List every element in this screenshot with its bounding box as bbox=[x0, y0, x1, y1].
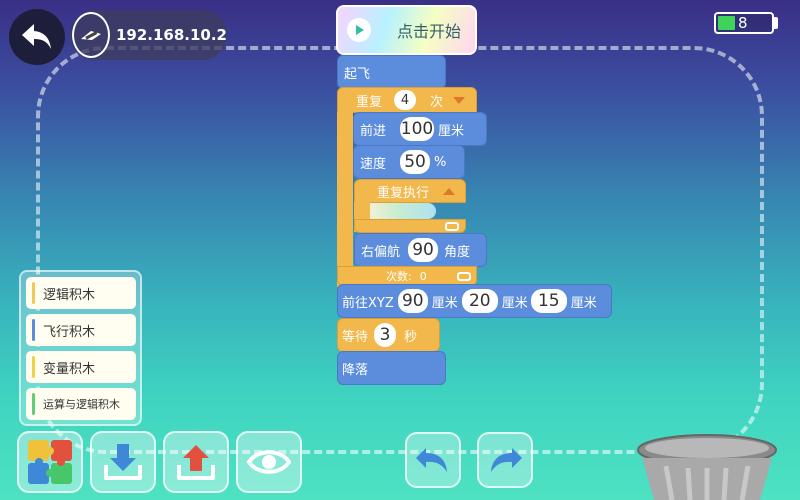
battery-tip bbox=[774, 17, 778, 29]
category-flight[interactable]: 飞行积木 bbox=[26, 314, 136, 346]
repeat-forever-block[interactable]: 重复执行 bbox=[354, 179, 466, 203]
repeat-counter-value: 0 bbox=[419, 269, 427, 283]
speed-unit: % bbox=[434, 154, 447, 170]
redo-button[interactable] bbox=[477, 432, 533, 488]
wait-label: 等待 bbox=[342, 329, 369, 345]
repeat-label: 重复 bbox=[356, 94, 383, 110]
loop-icon bbox=[456, 271, 471, 281]
play-icon bbox=[347, 18, 371, 42]
category-variables-label: 变量积木 bbox=[43, 361, 96, 377]
repeat-dropdown-icon[interactable] bbox=[453, 96, 466, 104]
battery-indicator: 8 bbox=[714, 12, 774, 34]
forward-distance-input[interactable]: 100 bbox=[400, 117, 435, 141]
category-variables[interactable]: 变量积木 bbox=[26, 351, 136, 383]
speed-label: 速度 bbox=[360, 156, 387, 172]
repeat-count-input[interactable]: 4 bbox=[394, 90, 417, 110]
repeat-block-arm bbox=[337, 112, 353, 287]
forward-label: 前进 bbox=[360, 123, 387, 139]
back-arrow-icon bbox=[22, 24, 51, 49]
battery-fill bbox=[718, 16, 735, 30]
speed-input[interactable]: 50 bbox=[400, 150, 431, 174]
start-block[interactable]: 点击开始 bbox=[336, 5, 477, 55]
repeat-forever-collapse-icon[interactable] bbox=[443, 187, 456, 195]
back-button[interactable] bbox=[9, 9, 65, 65]
repeat-block[interactable]: 重复 4 次 bbox=[337, 87, 477, 113]
repeat-block-footer: 次数: 0 bbox=[337, 266, 477, 286]
goto-y-input[interactable]: 20 bbox=[461, 289, 498, 313]
eye-icon bbox=[247, 450, 291, 474]
category-logic-color bbox=[32, 282, 35, 304]
block-category-palette: 逻辑积木 飞行积木 变量积木 运算与逻辑积木 bbox=[19, 270, 142, 426]
takeoff-block[interactable]: 起飞 bbox=[337, 55, 446, 89]
category-logic[interactable]: 逻辑积木 bbox=[26, 277, 136, 309]
preview-button[interactable] bbox=[236, 431, 302, 493]
repeat-forever-footer bbox=[354, 219, 466, 233]
battery-level-text: 8 bbox=[738, 14, 748, 32]
trash-icon bbox=[637, 434, 777, 500]
yaw-unit: 角度 bbox=[444, 244, 471, 260]
upload-button[interactable] bbox=[163, 431, 229, 493]
category-logic-label: 逻辑积木 bbox=[43, 287, 96, 303]
forward-block[interactable]: 前进 100 厘米 bbox=[353, 112, 487, 146]
undo-button[interactable] bbox=[405, 432, 461, 488]
land-block[interactable]: 降落 bbox=[337, 351, 446, 385]
repeat-suffix: 次 bbox=[430, 94, 444, 110]
yaw-right-block[interactable]: 右偏航 90 角度 bbox=[354, 233, 487, 267]
redo-icon bbox=[491, 448, 522, 472]
repeat-forever-label: 重复执行 bbox=[377, 185, 430, 201]
goto-z-unit: 厘米 bbox=[570, 295, 597, 311]
category-flight-label: 飞行积木 bbox=[43, 324, 96, 340]
speed-block[interactable]: 速度 50 % bbox=[353, 145, 465, 179]
drone-icon bbox=[72, 12, 110, 58]
blocks-menu-button[interactable] bbox=[17, 431, 83, 493]
repeat-counter-label: 次数: bbox=[386, 270, 412, 283]
category-operators-color bbox=[32, 393, 35, 415]
start-label: 点击开始 bbox=[397, 22, 462, 41]
goto-y-unit: 厘米 bbox=[501, 295, 528, 311]
category-operators[interactable]: 运算与逻辑积木 bbox=[26, 388, 136, 420]
forward-unit: 厘米 bbox=[438, 123, 465, 139]
goto-xyz-block[interactable]: 前往XYZ 90 厘米 20 厘米 15 厘米 bbox=[337, 284, 612, 318]
trash-can[interactable] bbox=[636, 434, 778, 500]
ip-address: 192.168.10.2 bbox=[115, 26, 227, 44]
wait-block[interactable]: 等待 3 秒 bbox=[337, 318, 440, 352]
goto-z-input[interactable]: 15 bbox=[530, 289, 567, 313]
takeoff-label: 起飞 bbox=[344, 66, 371, 82]
puzzle-icon bbox=[28, 440, 72, 484]
category-flight-color bbox=[32, 319, 35, 341]
goto-x-unit: 厘米 bbox=[431, 295, 458, 311]
download-button[interactable] bbox=[90, 431, 156, 493]
goto-x-input[interactable]: 90 bbox=[397, 289, 428, 313]
category-variables-color bbox=[32, 356, 35, 378]
download-icon bbox=[104, 444, 142, 480]
category-operators-label: 运算与逻辑积木 bbox=[43, 398, 120, 411]
undo-icon bbox=[416, 448, 447, 472]
wait-unit: 秒 bbox=[404, 329, 418, 345]
yaw-right-label: 右偏航 bbox=[361, 244, 401, 260]
repeat-forever-empty-slot[interactable] bbox=[370, 203, 436, 219]
land-label: 降落 bbox=[342, 362, 369, 378]
goto-xyz-label: 前往XYZ bbox=[342, 295, 394, 311]
upload-icon bbox=[177, 445, 215, 480]
connection-status[interactable]: 192.168.10.2 bbox=[70, 10, 227, 60]
wait-input[interactable]: 3 bbox=[374, 323, 397, 347]
loop-icon bbox=[445, 221, 459, 231]
yaw-angle-input[interactable]: 90 bbox=[408, 238, 439, 262]
